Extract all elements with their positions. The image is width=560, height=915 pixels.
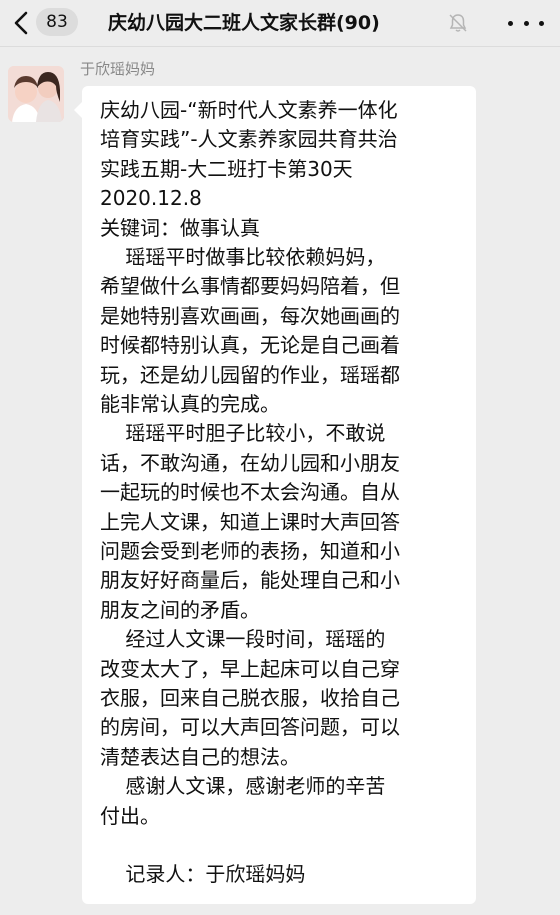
message-line: 一起玩的时候也不太会沟通。自从: [100, 480, 400, 505]
unread-count-badge[interactable]: 83: [36, 8, 78, 36]
bubble-tail: [74, 102, 82, 118]
chevron-left-icon: [14, 11, 28, 35]
message-line: 记录人：于欣瑶妈妈: [100, 862, 306, 887]
message-line: 感谢人文课，感谢老师的辛苦: [100, 774, 386, 799]
message-line: 话，不敢沟通，在幼儿园和小朋友: [100, 450, 400, 475]
chat-title: 庆幼八园大二班人文家长群(90): [108, 12, 380, 34]
message-line: 的房间，可以大声回答问题，可以: [100, 715, 400, 740]
message-line: 庆幼八园-“新时代人文素养一体化: [100, 98, 398, 122]
message-bubble[interactable]: 庆幼八园-“新时代人文素养一体化 培育实践”-人文素养家园共育共治 实践五期-大二班…: [74, 86, 476, 904]
message-line: 实践五期-大二班打卡第30天: [100, 156, 353, 181]
sender-name: 于欣瑶妈妈: [80, 60, 156, 78]
message-line: 关键词：做事认真: [100, 215, 260, 240]
message-line: 希望做什么事情都要妈妈陪着，但: [100, 274, 400, 299]
message-line: 上完人文课，知道上课时大声回答: [100, 509, 400, 534]
message-line: 时候都特别认真，无论是自己画着: [100, 333, 400, 358]
chat-header: 83 庆幼八园大二班人文家长群(90): [0, 0, 560, 47]
message-line: 培育实践”-人文素养家园共育共治: [100, 127, 398, 152]
more-dot-icon: [539, 20, 544, 26]
message-line: 是她特别喜欢画画，每次她画画的: [100, 303, 400, 328]
message-line: 改变太大了，早上起床可以自己穿: [100, 656, 400, 681]
more-dot-icon: [508, 20, 513, 26]
message-line: 玩，还是幼儿园留的作业，瑶瑶都: [100, 362, 400, 387]
message-line: 瑶瑶平时做事比较依赖妈妈，: [100, 245, 386, 269]
more-options-button[interactable]: [508, 14, 544, 32]
back-button[interactable]: [8, 9, 34, 37]
message-line: 2020.12.8: [100, 186, 202, 211]
message-line: 清楚表达自己的想法。: [100, 744, 300, 769]
message-line: 衣服，回来自己脱衣服，收拾自己: [100, 686, 400, 710]
mute-bell-icon: [449, 14, 467, 32]
message-line: 朋友之间的矛盾。: [100, 597, 260, 622]
message-line: 经过人文课一段时间，瑶瑶的: [100, 627, 386, 652]
message-line: 瑶瑶平时胆子比较小，不敢说: [100, 421, 386, 446]
more-dot-icon: [523, 20, 529, 26]
sender-avatar[interactable]: [8, 66, 64, 122]
message-line: 能非常认真的完成。: [100, 392, 280, 416]
message-line: 朋友好好商量后，能处理自己和小: [100, 568, 400, 593]
message-line: 付出。: [100, 803, 160, 828]
avatar-photo-icon: [8, 66, 64, 122]
message-line: 问题会受到老师的表扬，知道和小: [100, 539, 400, 563]
